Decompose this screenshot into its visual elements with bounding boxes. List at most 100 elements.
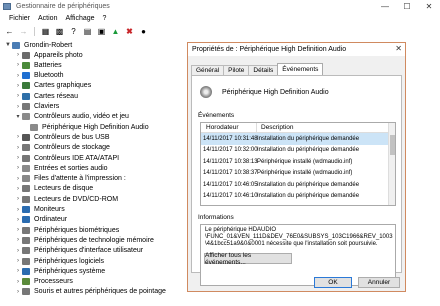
tree-category[interactable]: › Cartes graphiques — [14, 81, 91, 91]
info-line: Le périphérique HDAUDIO — [205, 227, 277, 233]
close-icon[interactable]: ✕ — [418, 0, 440, 12]
chevron-right-icon[interactable]: › — [14, 93, 22, 99]
chevron-right-icon[interactable]: › — [14, 62, 22, 68]
chevron-right-icon[interactable]: › — [14, 73, 22, 79]
minimize-icon[interactable]: — — [374, 0, 396, 12]
tree-category[interactable]: › Files d'attente à l'impression : — [14, 174, 126, 184]
event-row[interactable]: 14/11/2017 10:32:00 Installation du périp… — [201, 145, 395, 157]
column-header-description[interactable]: Description — [257, 124, 294, 131]
tab-details[interactable]: Détails — [248, 65, 279, 75]
chevron-right-icon[interactable]: › — [14, 196, 22, 202]
tree-category[interactable]: › Périphériques logiciels — [14, 256, 104, 266]
chevron-down-icon[interactable]: ▾ — [14, 113, 22, 120]
chevron-right-icon[interactable]: › — [14, 217, 22, 223]
event-row[interactable]: 14/11/2017 10:46:05 Installation du périp… — [201, 179, 395, 191]
device-category-icon — [22, 257, 30, 265]
event-row[interactable]: 14/11/2017 10:31:48 Installation du périp… — [201, 133, 395, 145]
events-scrollbar[interactable] — [388, 123, 395, 205]
event-description: Installation du périphérique demandée — [257, 147, 360, 154]
tree-item-label: Entrées et sorties audio — [34, 164, 108, 172]
tree-category[interactable]: › Contrôleurs de bus USB — [14, 132, 109, 142]
chevron-right-icon[interactable]: › — [14, 248, 22, 254]
menu-help[interactable]: ? — [103, 15, 107, 22]
event-time: 14/11/2017 10:32:00 — [203, 147, 258, 154]
disable-device-icon[interactable]: ● — [138, 26, 149, 37]
dialog-titlebar: Propriétés de : Périphérique High Defini… — [188, 43, 405, 56]
scrollbar-thumb[interactable] — [390, 135, 395, 155]
tree-category[interactable]: › Périphériques de technologie mémoire — [14, 235, 154, 245]
chevron-right-icon[interactable]: › — [14, 165, 22, 171]
tree-category[interactable]: › Appareils photo — [14, 50, 83, 60]
tree-category[interactable]: › Bluetooth — [14, 71, 64, 81]
chevron-right-icon[interactable]: › — [14, 268, 22, 274]
device-category-icon — [22, 195, 30, 203]
close-icon[interactable]: ✕ — [395, 44, 402, 53]
event-description: Installation du périphérique demandée — [257, 135, 360, 142]
tree-category[interactable]: › Souris et autres périphériques de point… — [14, 287, 166, 297]
event-row[interactable]: 14/11/2017 10:46:10 Installation du périp… — [201, 191, 395, 203]
event-row[interactable]: 14/11/2017 10:38:13 Périphérique installé… — [201, 156, 395, 168]
cancel-button[interactable]: Annuler — [358, 277, 400, 288]
chevron-right-icon[interactable]: › — [14, 186, 22, 192]
update-driver-icon[interactable]: ▲ — [110, 26, 121, 37]
tab-evenements[interactable]: Événements — [277, 63, 324, 75]
tree-category[interactable]: › Contrôleurs IDE ATA/ATAPI — [14, 153, 119, 163]
tree-root[interactable]: ▼ Grondin-Robert — [4, 40, 72, 50]
event-time: 14/11/2017 10:31:48 — [203, 135, 258, 142]
device-category-icon — [22, 164, 30, 172]
chevron-right-icon[interactable]: › — [14, 279, 22, 285]
chevron-right-icon[interactable]: › — [14, 258, 22, 264]
events-table[interactable]: Horodateur Description 14/11/2017 10:31:… — [200, 122, 396, 206]
ok-button[interactable]: OK — [314, 277, 352, 288]
show-all-events-button[interactable]: Afficher tous les événements... — [204, 252, 292, 266]
chevron-right-icon[interactable]: › — [14, 104, 22, 110]
back-arrow-icon[interactable]: ← — [4, 26, 15, 37]
tree-category[interactable]: › Moniteurs — [14, 205, 65, 215]
tree-category[interactable]: › Périphériques d'interface utilisateur — [14, 246, 143, 256]
maximize-icon[interactable]: ☐ — [396, 0, 418, 12]
menu-action[interactable]: Action — [38, 15, 57, 22]
tree-view-icon[interactable]: ▦ — [40, 26, 51, 37]
tree-category[interactable]: ▾ Contrôleurs audio, vidéo et jeu — [14, 112, 129, 122]
tree-child-item[interactable]: Périphérique High Definition Audio — [26, 122, 149, 132]
chevron-right-icon[interactable]: › — [14, 227, 22, 233]
properties-icon[interactable]: ▩ — [54, 26, 65, 37]
chevron-right-icon[interactable]: › — [14, 176, 22, 182]
tree-category[interactable]: › Périphériques système — [14, 266, 105, 276]
chevron-right-icon[interactable]: › — [14, 83, 22, 89]
uninstall-device-icon[interactable]: ✖ — [124, 26, 135, 37]
tree-category[interactable]: › Périphériques biométriques — [14, 225, 119, 235]
tab-general[interactable]: Général — [191, 65, 225, 75]
tree-category[interactable]: › Contrôleurs de stockage — [14, 143, 110, 153]
menu-fichier[interactable]: Fichier — [9, 15, 30, 22]
chevron-right-icon[interactable]: › — [14, 134, 22, 140]
tree-category[interactable]: › Claviers — [14, 102, 59, 112]
list-view-icon[interactable]: ▤ — [82, 26, 93, 37]
chevron-right-icon[interactable]: › — [14, 237, 22, 243]
chevron-right-icon[interactable]: › — [14, 145, 22, 151]
chevron-right-icon[interactable]: › — [14, 52, 22, 58]
chevron-right-icon[interactable]: › — [14, 289, 22, 295]
column-header-time[interactable]: Horodateur — [201, 123, 257, 132]
tree-category[interactable]: › Processeurs — [14, 277, 73, 287]
info-section-label: Informations — [198, 214, 234, 221]
event-time: 14/11/2017 10:38:13 — [203, 158, 258, 165]
chevron-down-icon[interactable]: ▼ — [4, 42, 12, 48]
tree-category[interactable]: › Ordinateur — [14, 215, 67, 225]
tree-category[interactable]: › Batteries — [14, 60, 62, 70]
event-row[interactable]: 14/11/2017 10:38:37 Périphérique installé… — [201, 168, 395, 180]
forward-arrow-icon[interactable]: → — [18, 26, 29, 37]
window-titlebar: Gestionnaire de périphériques — ☐ ✕ — [0, 0, 440, 12]
chevron-right-icon[interactable]: › — [14, 207, 22, 213]
tree-category[interactable]: › Lecteurs de DVD/CD-ROM — [14, 194, 118, 204]
tab-pilote[interactable]: Pilote — [223, 65, 250, 75]
menu-affichage[interactable]: Affichage — [65, 15, 94, 22]
scan-hardware-icon[interactable]: ▣ — [96, 26, 107, 37]
help-icon[interactable]: ? — [68, 26, 79, 37]
tree-item-label: Bluetooth — [34, 72, 64, 80]
chevron-right-icon[interactable]: › — [14, 155, 22, 161]
tree-category[interactable]: › Entrées et sorties audio — [14, 163, 108, 173]
tree-category[interactable]: › Lecteurs de disque — [14, 184, 93, 194]
device-category-icon — [22, 61, 30, 69]
tree-category[interactable]: › Cartes réseau — [14, 91, 78, 101]
